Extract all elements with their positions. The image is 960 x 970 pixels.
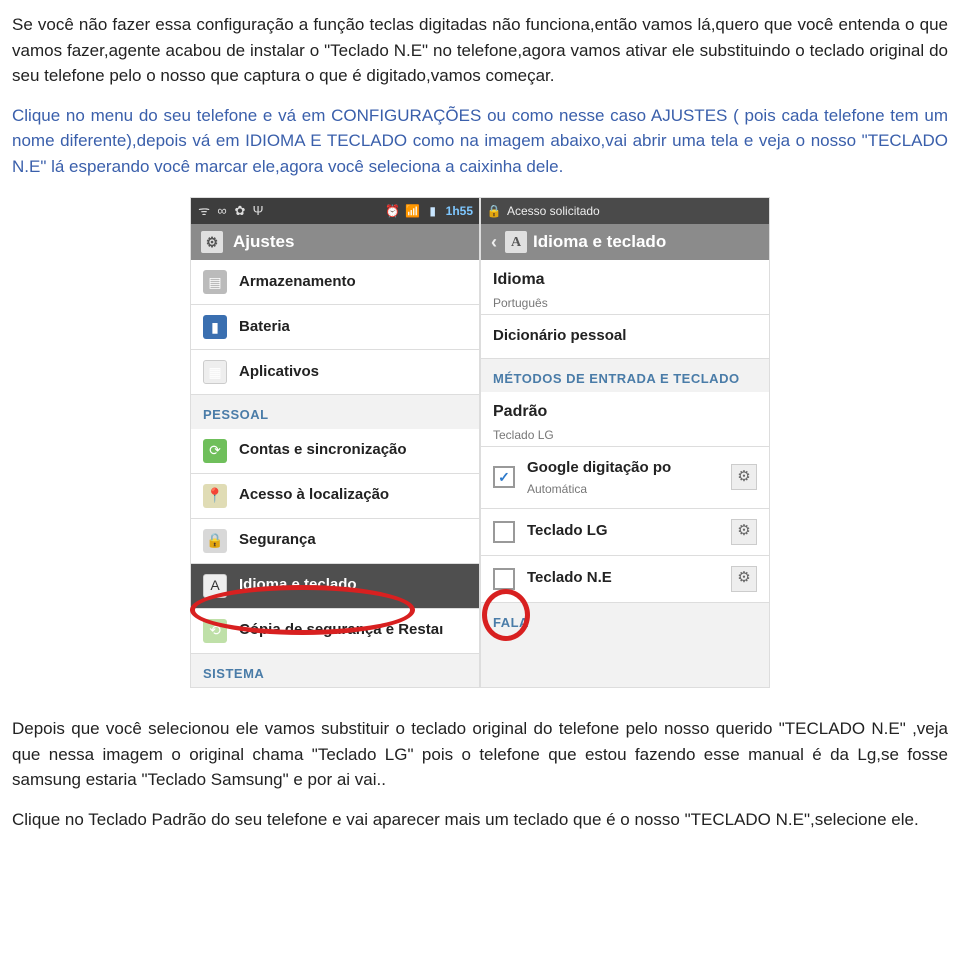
battery-icon: ▮ xyxy=(426,204,440,218)
list-item-language-select[interactable]: Idioma Português xyxy=(481,260,769,315)
header-title: Ajustes xyxy=(233,229,294,255)
language-header-icon: A xyxy=(505,231,527,253)
gear-status-icon: ✿ xyxy=(233,204,247,218)
section-input-methods: MÉTODOS DE ENTRADA E TECLADO xyxy=(481,359,769,393)
header-title: Idioma e teclado xyxy=(533,229,666,255)
clock-text: 1h55 xyxy=(446,202,473,220)
apps-icon: ▦ xyxy=(203,360,227,384)
list-item-label: Teclado N.E xyxy=(527,567,719,590)
section-speech: FALA xyxy=(481,603,769,637)
checkbox-google[interactable] xyxy=(493,466,515,488)
app-icon: ∞ xyxy=(215,204,229,218)
list-item-label: Cópia de segurança e Restaı xyxy=(239,619,467,642)
backup-icon: ⟲ xyxy=(203,619,227,643)
section-personal: PESSOAL xyxy=(191,395,479,429)
item-title: Idioma xyxy=(493,268,757,292)
status-bar: ᯤ ∞ ✿ Ψ ⏰ 📶 ▮ 1h55 xyxy=(191,198,479,224)
item-subtitle: Português xyxy=(493,294,757,312)
list-item-google-typing[interactable]: Google digitação po Automática ⚙ xyxy=(481,447,769,509)
item-subtitle: Teclado LG xyxy=(493,426,757,444)
storage-icon: ▤ xyxy=(203,270,227,294)
location-icon: 📍 xyxy=(203,484,227,508)
list-item-dictionary[interactable]: Dicionário pessoal xyxy=(481,315,769,359)
paragraph-3: Depois que você selecionou ele vamos sub… xyxy=(12,716,948,793)
list-item-label: Google digitação po Automática xyxy=(527,457,719,498)
list-item-accounts[interactable]: ⟳ Contas e sincronização xyxy=(191,429,479,474)
screen-header: ⚙ Ajustes xyxy=(191,224,479,260)
usb-icon: Ψ xyxy=(251,204,265,218)
gear-icon[interactable]: ⚙ xyxy=(731,464,757,490)
list-item-label: Acesso à localização xyxy=(239,484,467,507)
gear-icon[interactable]: ⚙ xyxy=(731,519,757,545)
list-item-language[interactable]: A Idioma e teclado xyxy=(191,564,479,609)
paragraph-4: Clique no Teclado Padrão do seu telefone… xyxy=(12,807,948,833)
list-item-backup[interactable]: ⟲ Cópia de segurança e Restaı xyxy=(191,609,479,654)
screen-header: ‹ A Idioma e teclado xyxy=(481,224,769,260)
list-item-battery[interactable]: ▮ Bateria xyxy=(191,305,479,350)
section-system: SISTEMA xyxy=(191,654,479,688)
list-item-storage[interactable]: ▤ Armazenamento xyxy=(191,260,479,305)
list-item-label: Idioma e teclado xyxy=(239,574,467,597)
signal-icon: 📶 xyxy=(406,204,420,218)
status-text: Acesso solicitado xyxy=(507,202,600,220)
sync-icon: ⟳ xyxy=(203,439,227,463)
battery-menu-icon: ▮ xyxy=(203,315,227,339)
list-item-label: Armazenamento xyxy=(239,271,467,294)
gear-icon[interactable]: ⚙ xyxy=(731,566,757,592)
language-icon: A xyxy=(203,574,227,598)
item-title: Padrão xyxy=(493,400,757,424)
list-item-default-keyboard[interactable]: Padrão Teclado LG xyxy=(481,392,769,447)
checkbox-lg[interactable] xyxy=(493,521,515,543)
screenshots-row: ᯤ ∞ ✿ Ψ ⏰ 📶 ▮ 1h55 ⚙ Ajustes ▤ Armazenam… xyxy=(12,197,948,688)
phone-left: ᯤ ∞ ✿ Ψ ⏰ 📶 ▮ 1h55 ⚙ Ajustes ▤ Armazenam… xyxy=(190,197,480,688)
list-item-apps[interactable]: ▦ Aplicativos xyxy=(191,350,479,395)
lock-status-icon: 🔒 xyxy=(487,204,501,218)
list-item-label: Segurança xyxy=(239,529,467,552)
checkbox-ne[interactable] xyxy=(493,568,515,590)
list-item-label: Contas e sincronização xyxy=(239,439,467,462)
paragraph-1: Se você não fazer essa configuração a fu… xyxy=(12,12,948,89)
list-item-label: Teclado LG xyxy=(527,520,719,543)
phone-right: 🔒 Acesso solicitado ‹ A Idioma e teclado… xyxy=(480,197,770,688)
list-item-label: Dicionário pessoal xyxy=(493,325,757,348)
status-bar: 🔒 Acesso solicitado xyxy=(481,198,769,224)
list-item-security[interactable]: 🔒 Segurança xyxy=(191,519,479,564)
lock-icon: 🔒 xyxy=(203,529,227,553)
paragraph-2: Clique no menu do seu telefone e vá em C… xyxy=(12,103,948,180)
back-icon[interactable]: ‹ xyxy=(491,229,497,256)
list-item-teclado-ne[interactable]: Teclado N.E ⚙ xyxy=(481,556,769,603)
list-item-label: Bateria xyxy=(239,316,467,339)
wifi-icon: ᯤ xyxy=(197,204,211,218)
list-item-teclado-lg[interactable]: Teclado LG ⚙ xyxy=(481,509,769,556)
list-item-label: Aplicativos xyxy=(239,361,467,384)
settings-icon: ⚙ xyxy=(201,231,223,253)
list-item-location[interactable]: 📍 Acesso à localização xyxy=(191,474,479,519)
alarm-icon: ⏰ xyxy=(386,204,400,218)
